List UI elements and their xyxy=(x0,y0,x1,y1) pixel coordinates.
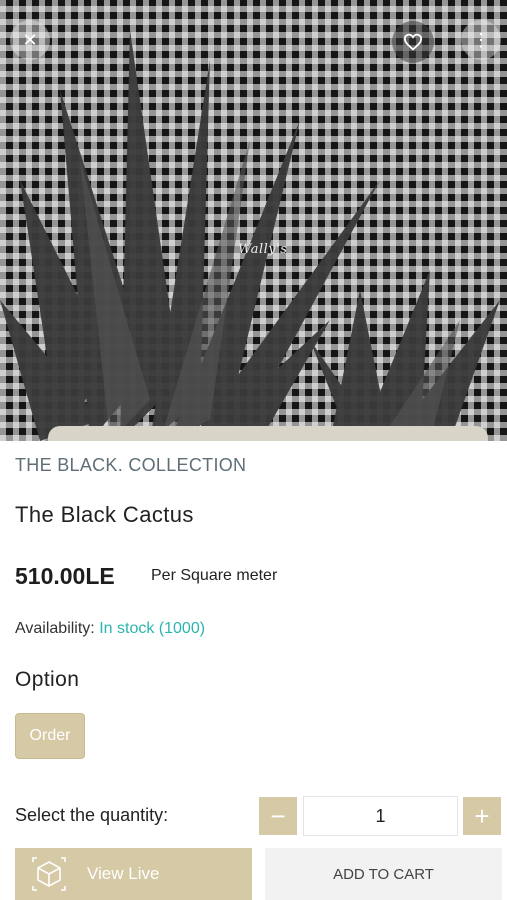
quantity-increase-button[interactable]: + xyxy=(463,797,501,835)
price-unit: Per Square meter xyxy=(151,567,278,584)
option-order-button[interactable]: Order xyxy=(15,713,85,759)
availability: Availability: In stock (1000) xyxy=(15,620,205,638)
heart-icon xyxy=(403,33,423,51)
product-title: The Black Cactus xyxy=(15,502,194,527)
cactus-illustration xyxy=(0,30,500,441)
favorite-button[interactable] xyxy=(392,21,434,63)
stock-count: (1000) xyxy=(158,620,206,637)
brand-watermark: Wally's xyxy=(238,242,288,257)
quantity-input[interactable]: 1 xyxy=(303,796,458,836)
quantity-decrease-button[interactable]: − xyxy=(259,797,297,835)
collection-name[interactable]: THE BLACK. COLLECTION xyxy=(15,455,246,476)
more-icon: ⋮ xyxy=(472,29,490,50)
stock-status: In stock xyxy=(99,620,155,637)
product-image[interactable]: Wally's ✕ ⋮ xyxy=(0,0,507,441)
product-price: 510.00LE xyxy=(15,563,115,589)
add-to-cart-button[interactable]: ADD TO CART xyxy=(265,848,502,900)
sofa-shape xyxy=(48,426,488,441)
option-heading: Option xyxy=(15,668,80,691)
close-icon: ✕ xyxy=(22,29,38,50)
quantity-label: Select the quantity: xyxy=(15,805,169,825)
close-button[interactable]: ✕ xyxy=(10,20,50,60)
view-live-label: View Live xyxy=(87,864,160,883)
ar-cube-icon xyxy=(32,857,66,891)
more-button[interactable]: ⋮ xyxy=(461,20,501,60)
availability-label: Availability: xyxy=(15,620,95,637)
view-live-button[interactable]: View Live xyxy=(15,848,252,900)
